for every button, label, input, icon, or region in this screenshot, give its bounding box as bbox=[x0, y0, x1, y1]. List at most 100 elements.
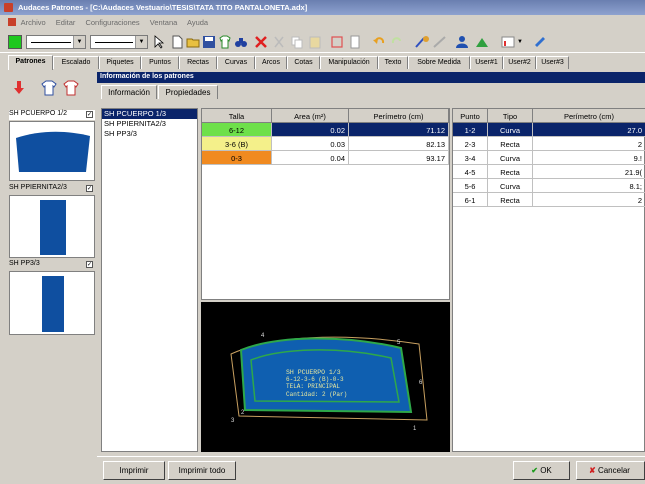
size-cell[interactable]: 6-12 bbox=[202, 123, 272, 137]
area-cell[interactable]: 0.03 bbox=[272, 137, 349, 151]
ok-button[interactable]: ✔ OK bbox=[513, 461, 570, 480]
list-item[interactable]: SH PPIERNITA2/3 bbox=[102, 119, 197, 129]
point-cell[interactable]: 2-3 bbox=[453, 137, 488, 151]
delete-icon[interactable] bbox=[254, 35, 268, 49]
tab-curvas[interactable]: Curvas bbox=[217, 56, 255, 69]
point-cell[interactable]: 6-1 bbox=[453, 193, 488, 207]
tab-texto[interactable]: Texto bbox=[378, 56, 408, 69]
shirt-icon[interactable] bbox=[40, 80, 58, 96]
tab-piquetes[interactable]: Piquetes bbox=[99, 56, 141, 69]
tab-patrones[interactable]: Patrones bbox=[8, 55, 53, 70]
column-header[interactable]: Tipo bbox=[488, 109, 533, 123]
perimeter-cell[interactable]: 82.13 bbox=[349, 137, 449, 151]
visibility-checkbox[interactable]: ✓ bbox=[86, 185, 93, 192]
garment-icon[interactable] bbox=[218, 35, 232, 49]
perimeter-cell[interactable]: 2 bbox=[533, 137, 645, 151]
save-icon[interactable] bbox=[202, 35, 216, 49]
select-box-icon[interactable] bbox=[330, 35, 344, 49]
visibility-checkbox[interactable]: ✓ bbox=[86, 261, 93, 268]
column-header[interactable]: Perímetro (cm) bbox=[349, 109, 449, 123]
tab-user3[interactable]: User#3 bbox=[536, 56, 569, 69]
size-cell[interactable]: 3-6 (B) bbox=[202, 137, 272, 151]
thumbnail-label[interactable]: SH PP3/3 ✓ bbox=[9, 260, 95, 270]
tab-manipulacion[interactable]: Manipulación bbox=[320, 56, 378, 69]
color-swatch[interactable] bbox=[8, 35, 22, 49]
type-cell[interactable]: Recta bbox=[488, 137, 533, 151]
binoculars-icon[interactable] bbox=[234, 35, 248, 49]
tab-informacion[interactable]: Información bbox=[101, 85, 157, 99]
undo-icon[interactable] bbox=[372, 35, 386, 49]
column-header[interactable]: Perímetro (cm) bbox=[533, 109, 645, 123]
menu-archivo[interactable]: Archivo bbox=[21, 18, 46, 27]
down-arrow-icon[interactable] bbox=[12, 80, 26, 96]
window-title-bar[interactable]: Audaces Patrones - [C:\Audaces Vestuario… bbox=[0, 0, 645, 15]
type-cell[interactable]: Recta bbox=[488, 193, 533, 207]
menu-editar[interactable]: Editar bbox=[56, 18, 76, 27]
tab-puntos[interactable]: Puntos bbox=[141, 56, 179, 69]
thumbnail-label[interactable]: SH PCUERPO 1/2 ✓ bbox=[9, 110, 95, 120]
size-cell[interactable]: 0-3 bbox=[202, 151, 272, 165]
grade-tool-icon[interactable] bbox=[432, 35, 448, 49]
menu-configuraciones[interactable]: Configuraciones bbox=[85, 18, 139, 27]
column-header[interactable]: Talla bbox=[202, 109, 272, 123]
tab-arcos[interactable]: Arcos bbox=[255, 56, 287, 69]
pattern-preview[interactable]: SH PCUERPO 1/3 6-12-3-6 (B)-0-3 TELA: PR… bbox=[201, 302, 450, 452]
tab-sobre-medida[interactable]: Sobre Medida bbox=[408, 56, 470, 69]
type-cell[interactable]: Curva bbox=[488, 179, 533, 193]
area-cell[interactable]: 0.04 bbox=[272, 151, 349, 165]
perimeter-cell[interactable]: 71.12 bbox=[349, 123, 449, 137]
pointer-icon[interactable] bbox=[152, 35, 166, 49]
tab-escalado[interactable]: Escalado bbox=[53, 56, 99, 69]
pattern-thumbnail[interactable] bbox=[9, 195, 95, 258]
tab-rectas[interactable]: Rectas bbox=[179, 56, 217, 69]
help-icon[interactable] bbox=[532, 35, 548, 49]
point-cell[interactable]: 3-4 bbox=[453, 151, 488, 165]
perimeter-cell[interactable]: 8.1; bbox=[533, 179, 645, 193]
menu-ayuda[interactable]: Ayuda bbox=[187, 18, 208, 27]
point-cell[interactable]: 4-5 bbox=[453, 165, 488, 179]
measure-icon[interactable] bbox=[474, 35, 490, 49]
list-item[interactable]: SH PCUERPO 1/3 bbox=[102, 109, 197, 119]
type-cell[interactable]: Recta bbox=[488, 165, 533, 179]
perimeter-cell[interactable]: 9.! bbox=[533, 151, 645, 165]
perimeter-cell[interactable]: 2 bbox=[533, 193, 645, 207]
page-icon[interactable] bbox=[348, 35, 362, 49]
tab-user2[interactable]: User#2 bbox=[503, 56, 536, 69]
thumbnail-label[interactable]: SH PPIERNITA2/3 ✓ bbox=[9, 184, 95, 194]
point-cell[interactable]: 1-2 bbox=[453, 123, 488, 137]
line-style-select[interactable]: ▼ bbox=[26, 35, 86, 49]
point-label: 5 bbox=[397, 340, 401, 346]
new-file-icon[interactable] bbox=[170, 35, 184, 49]
perimeter-cell[interactable]: 93.17 bbox=[349, 151, 449, 165]
open-folder-icon[interactable] bbox=[186, 35, 200, 49]
point-cell[interactable]: 5-6 bbox=[453, 179, 488, 193]
pattern-thumbnail[interactable] bbox=[9, 121, 95, 181]
cancel-button[interactable]: ✘ Cancelar bbox=[576, 461, 645, 480]
area-cell[interactable]: 0.02 bbox=[272, 123, 349, 137]
list-item[interactable]: SH PP3/3 bbox=[102, 129, 197, 139]
perimeter-cell[interactable]: 27.0 bbox=[533, 123, 645, 137]
visibility-checkbox[interactable]: ✓ bbox=[86, 111, 93, 118]
cut-icon[interactable] bbox=[272, 35, 286, 49]
menu-ventana[interactable]: Ventana bbox=[150, 18, 178, 27]
redo-icon[interactable] bbox=[390, 35, 404, 49]
column-header[interactable]: Area (m²) bbox=[272, 109, 349, 123]
line-width-select[interactable]: ▼ bbox=[90, 35, 148, 49]
tab-cotas[interactable]: Cotas bbox=[287, 56, 320, 69]
paste-icon[interactable] bbox=[308, 35, 322, 49]
shirt-alt-icon[interactable] bbox=[62, 80, 80, 96]
print-all-button[interactable]: Imprimir todo bbox=[168, 461, 236, 480]
tools-icon[interactable] bbox=[414, 35, 430, 49]
type-cell[interactable]: Curva bbox=[488, 123, 533, 137]
chart-icon[interactable] bbox=[500, 35, 516, 49]
pattern-thumbnail[interactable] bbox=[9, 271, 95, 335]
column-header[interactable]: Punto bbox=[453, 109, 488, 123]
user-icon[interactable] bbox=[455, 35, 471, 49]
tab-user1[interactable]: User#1 bbox=[470, 56, 503, 69]
type-cell[interactable]: Curva bbox=[488, 151, 533, 165]
print-button[interactable]: Imprimir bbox=[103, 461, 165, 480]
copy-icon[interactable] bbox=[290, 35, 304, 49]
perimeter-cell[interactable]: 21.9( bbox=[533, 165, 645, 179]
tab-propiedades[interactable]: Propiedades bbox=[158, 85, 218, 99]
dropdown-arrow-icon[interactable]: ▼ bbox=[517, 35, 523, 49]
